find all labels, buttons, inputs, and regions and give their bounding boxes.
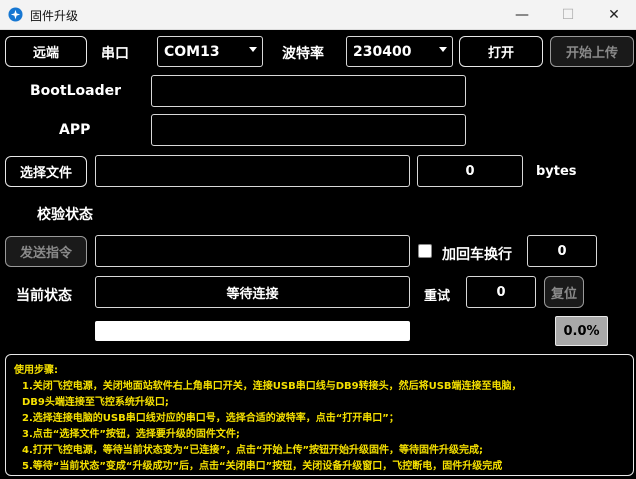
baud-rate-label: 波特率: [282, 46, 324, 62]
instruction-line: 4.打开飞控电源，等待当前状态变为“已连接”，点击“开始上传”按钮开始升级固件，…: [22, 445, 484, 456]
current-status-field: 等待连接: [95, 276, 410, 308]
close-button[interactable]: ✕: [592, 0, 636, 30]
baud-rate-select-value: 230400: [353, 43, 412, 60]
file-size-unit: bytes: [536, 164, 577, 179]
port-select-value: COM13: [164, 43, 220, 60]
firmware-app-icon: [8, 7, 23, 22]
open-port-button[interactable]: 打开: [459, 36, 543, 67]
baud-rate-select[interactable]: 230400: [346, 36, 453, 67]
app-label: APP: [59, 122, 91, 138]
crlf-checkbox[interactable]: [418, 244, 432, 258]
bootloader-field[interactable]: [151, 75, 466, 107]
retry-label: 重试: [424, 289, 451, 304]
instructions-panel: 使用步骤: 1.关闭飞控电源，关闭地面站软件右上角串口开关，连接USB串口线与D…: [5, 354, 634, 476]
instruction-line: 5.等待“当前状态”变成“升级成功”后，点击“关闭串口”按钮，关闭设备升级窗口，…: [22, 461, 503, 472]
instruction-line: 1.关闭飞控电源，关闭地面站软件右上角串口开关，连接USB串口线与DB9转接头，…: [22, 381, 522, 392]
command-input[interactable]: [95, 235, 410, 267]
maximize-button[interactable]: ☐: [546, 0, 590, 30]
instruction-line: 2.选择连接电脑的USB串口线对应的串口号，选择合适的波特率，点击“打开串口”；: [22, 413, 399, 424]
chevron-down-icon: [439, 47, 447, 52]
app-field[interactable]: [151, 114, 466, 146]
title-bar: 固件升级 — ☐ ✕: [0, 0, 636, 30]
instructions-heading: 使用步骤:: [14, 365, 58, 376]
chevron-down-icon: [249, 47, 257, 52]
send-count-field: 0: [527, 235, 597, 267]
window-title: 固件升级: [30, 9, 79, 23]
upload-percent: 0.0%: [555, 316, 608, 346]
verify-status-label: 校验状态: [37, 207, 93, 223]
current-status-label: 当前状态: [16, 288, 72, 304]
select-file-button[interactable]: 选择文件: [5, 156, 87, 187]
file-path-field[interactable]: [95, 155, 410, 187]
instruction-line: 3.点击“选择文件”按钮，选择要升级的固件文件;: [22, 429, 240, 440]
upload-progress-bar: [95, 321, 410, 341]
port-select[interactable]: COM13: [157, 36, 263, 67]
reset-button[interactable]: 复位: [544, 276, 584, 308]
start-upload-button[interactable]: 开始上传: [550, 36, 634, 67]
port-label: 串口: [101, 46, 129, 62]
send-command-button[interactable]: 发送指令: [5, 236, 87, 267]
remote-button[interactable]: 远端: [5, 36, 87, 67]
bootloader-label: BootLoader: [30, 83, 122, 99]
minimize-button[interactable]: —: [500, 0, 544, 30]
crlf-label: 加回车换行: [442, 247, 512, 263]
retry-count-field: 0: [466, 276, 536, 308]
instruction-line: DB9头端连接至飞控系统升级口;: [22, 397, 169, 408]
file-size-field: 0: [417, 155, 523, 187]
